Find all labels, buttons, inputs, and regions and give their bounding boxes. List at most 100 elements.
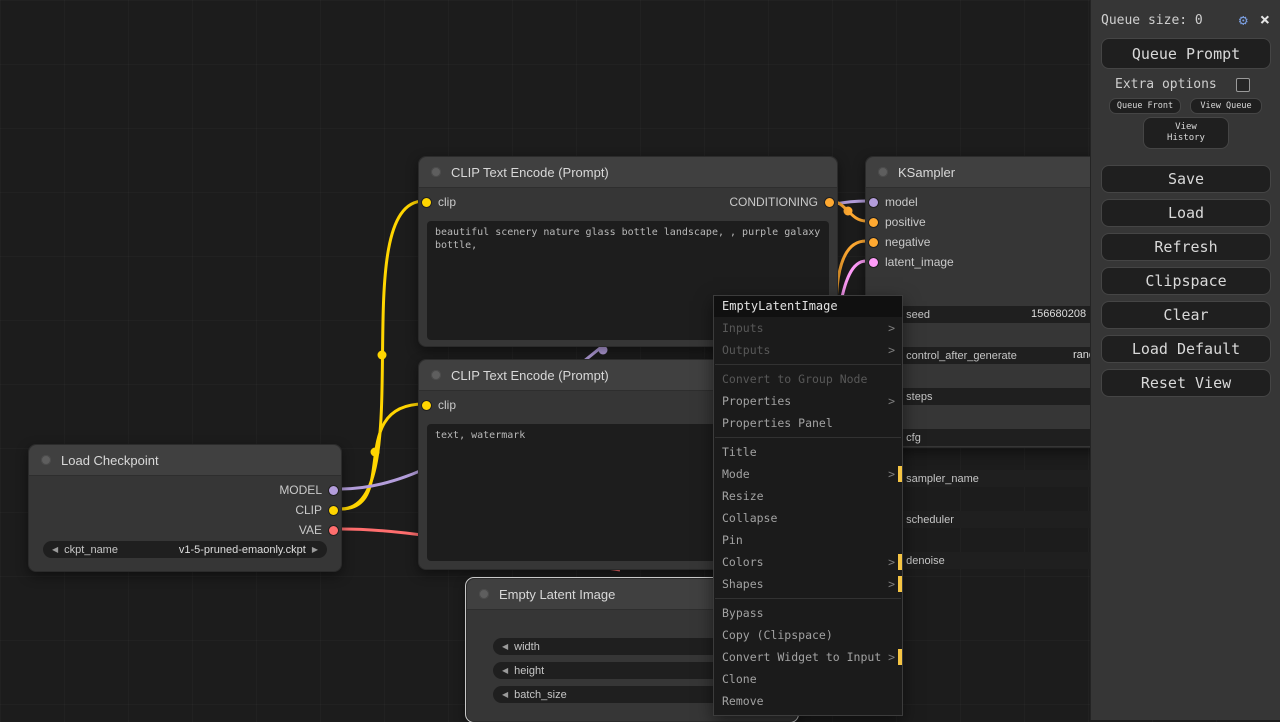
output-port-model: MODEL xyxy=(279,483,338,497)
menu-item-title[interactable]: Title xyxy=(714,441,902,463)
save-button[interactable]: Save xyxy=(1101,165,1271,193)
output-port-vae: VAE xyxy=(299,523,338,537)
menu-item-properties-panel[interactable]: Properties Panel xyxy=(714,412,902,434)
node-header[interactable]: Load Checkpoint xyxy=(29,445,341,476)
view-history-button[interactable]: View History xyxy=(1143,117,1229,149)
submenu-arrow-icon: > xyxy=(888,343,895,357)
menu-item-clone[interactable]: Clone xyxy=(714,668,902,690)
extra-options-label: Extra options xyxy=(1115,77,1217,92)
collapse-dot-icon[interactable] xyxy=(431,370,441,380)
output-port-conditioning: CONDITIONING xyxy=(729,195,834,209)
reset-view-button[interactable]: Reset View xyxy=(1101,369,1271,397)
menu-item-inputs: Inputs > xyxy=(714,317,902,339)
menu-item-convert-to-group-node: Convert to Group Node xyxy=(722,372,868,386)
input-port-clip: clip xyxy=(422,398,456,412)
clip-port-dot[interactable] xyxy=(422,400,431,410)
menu-item-colors[interactable]: Colors > xyxy=(714,551,902,573)
menu-item-remove[interactable]: Remove xyxy=(714,690,902,712)
collapse-dot-icon[interactable] xyxy=(878,167,888,177)
widget-label: cfg xyxy=(906,431,921,444)
view-queue-button[interactable]: View Queue xyxy=(1190,98,1262,114)
node-title: CLIP Text Encode (Prompt) xyxy=(451,164,609,180)
input-port-latent-image: latent_image xyxy=(869,255,954,269)
port-label: VAE xyxy=(298,523,322,537)
node-title: Empty Latent Image xyxy=(499,586,616,602)
submenu-accent-bar xyxy=(898,649,902,665)
widget-value: v1-5-pruned-emaonly.ckpt xyxy=(178,543,306,556)
clip-port-dot[interactable] xyxy=(329,505,338,515)
extra-options-row: Extra options xyxy=(1115,77,1250,92)
port-label: MODEL xyxy=(279,483,322,497)
input-port-clip: clip xyxy=(422,195,456,209)
menu-item-convert-widget-to-input[interactable]: Convert Widget to Input > xyxy=(714,646,902,668)
port-label: clip xyxy=(438,195,457,209)
ckpt-name-widget[interactable]: ◀ ckpt_name v1-5-pruned-emaonly.ckpt ▶ xyxy=(43,541,327,558)
wire-midpoint-dot[interactable] xyxy=(370,447,380,457)
collapse-dot-icon[interactable] xyxy=(41,455,51,465)
model-port-dot[interactable] xyxy=(329,485,338,495)
menu-item-shapes[interactable]: Shapes > xyxy=(714,573,902,595)
node-context-menu: EmptyLatentImage Inputs > Outputs > Conv… xyxy=(713,295,903,716)
comfy-menu-sidebar: Queue size: 0 ⚙ × Queue Prompt Extra opt… xyxy=(1090,0,1280,720)
decrement-arrow-icon[interactable]: ◀ xyxy=(52,545,58,554)
model-port-dot[interactable] xyxy=(869,197,878,207)
widget-label: batch_size xyxy=(514,688,567,701)
node-header[interactable]: KSampler xyxy=(866,157,1121,188)
menu-item-mode[interactable]: Mode > xyxy=(714,463,902,485)
queue-prompt-button[interactable]: Queue Prompt xyxy=(1101,38,1271,69)
menu-separator xyxy=(715,598,901,599)
clip-port-dot[interactable] xyxy=(422,197,431,207)
widget-label: width xyxy=(514,640,540,653)
menu-item-resize[interactable]: Resize xyxy=(714,485,902,507)
increment-arrow-icon[interactable]: ▶ xyxy=(312,545,318,554)
decrement-arrow-icon[interactable]: ◀ xyxy=(502,690,508,699)
submenu-arrow-icon: > xyxy=(888,467,895,481)
menu-separator xyxy=(715,437,901,438)
menu-item-collapse[interactable]: Collapse xyxy=(714,507,902,529)
close-icon[interactable]: × xyxy=(1260,12,1270,29)
widget-label: steps xyxy=(906,390,933,403)
port-label: CLIP xyxy=(295,503,322,517)
conditioning-port-dot[interactable] xyxy=(869,217,878,227)
conditioning-port-dot[interactable] xyxy=(869,237,878,247)
node-header[interactable]: CLIP Text Encode (Prompt) xyxy=(419,157,837,188)
submenu-arrow-icon: > xyxy=(888,394,895,408)
settings-gear-icon[interactable]: ⚙ xyxy=(1239,11,1248,29)
submenu-arrow-icon: > xyxy=(888,321,895,335)
clipspace-button[interactable]: Clipspace xyxy=(1101,267,1271,295)
queue-size-row: Queue size: 0 ⚙ × xyxy=(1101,11,1270,29)
collapse-dot-icon[interactable] xyxy=(479,589,489,599)
wire-clip-to-negative-encode xyxy=(340,402,425,511)
widget-label: height xyxy=(514,664,545,677)
clear-button[interactable]: Clear xyxy=(1101,301,1271,329)
submenu-accent-bar xyxy=(898,466,902,482)
latent-port-dot[interactable] xyxy=(869,257,878,267)
widget-value: 156680208 xyxy=(1031,308,1087,320)
collapse-dot-icon[interactable] xyxy=(431,167,441,177)
menu-item-pin[interactable]: Pin xyxy=(714,529,902,551)
node-ksampler[interactable]: KSampler model positive negative latent_… xyxy=(865,156,1135,569)
menu-item-bypass[interactable]: Bypass xyxy=(714,602,902,624)
decrement-arrow-icon[interactable]: ◀ xyxy=(502,666,508,675)
load-default-button[interactable]: Load Default xyxy=(1101,335,1271,363)
menu-separator xyxy=(715,364,901,365)
load-button[interactable]: Load xyxy=(1101,199,1271,227)
menu-item-copy-clipspace[interactable]: Copy (Clipspace) xyxy=(714,624,902,646)
wire-midpoint-dot[interactable] xyxy=(843,206,853,216)
port-label: positive xyxy=(885,215,926,229)
output-port-clip: CLIP xyxy=(295,503,338,517)
refresh-button[interactable]: Refresh xyxy=(1101,233,1271,261)
menu-item-outputs: Outputs > xyxy=(714,339,902,361)
node-load-checkpoint[interactable]: Load Checkpoint MODEL CLIP VAE ◀ ckpt_na… xyxy=(28,444,342,572)
widget-label: ckpt_name xyxy=(64,543,118,556)
menu-item-properties[interactable]: Properties > xyxy=(714,390,902,412)
port-label: negative xyxy=(885,235,931,249)
queue-front-button[interactable]: Queue Front xyxy=(1109,98,1181,114)
node-title: CLIP Text Encode (Prompt) xyxy=(451,367,609,383)
extra-options-checkbox[interactable] xyxy=(1236,77,1250,92)
conditioning-port-dot[interactable] xyxy=(825,197,834,207)
wire-midpoint-dot[interactable] xyxy=(377,350,387,360)
widget-label: sampler_name xyxy=(906,472,979,485)
vae-port-dot[interactable] xyxy=(329,525,338,535)
decrement-arrow-icon[interactable]: ◀ xyxy=(502,642,508,651)
